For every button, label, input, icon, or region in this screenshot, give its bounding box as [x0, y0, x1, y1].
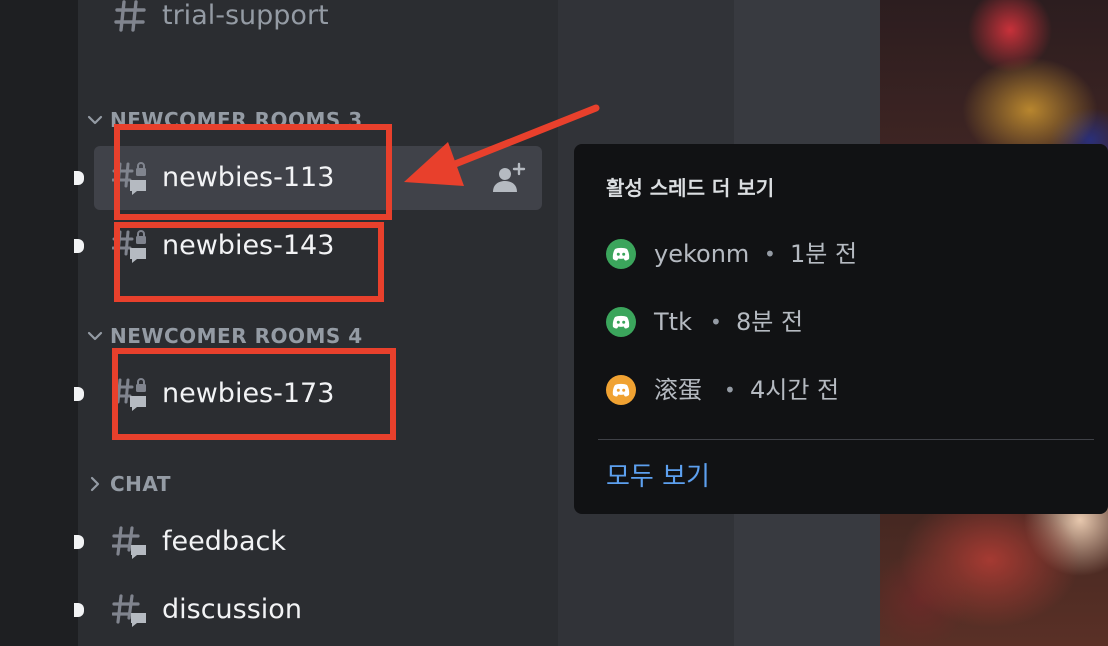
channel-discussion[interactable]: discussion	[94, 578, 542, 642]
thread-item[interactable]: Ttk • 8분 전	[606, 302, 1076, 342]
thread-timestamp: 1분 전	[790, 240, 858, 268]
channel-name: feedback	[162, 526, 287, 557]
unread-indicator	[74, 171, 84, 185]
category-label: NEWCOMER ROOMS 4	[110, 324, 363, 348]
discord-avatar-icon	[606, 375, 636, 405]
thread-username: yekonm	[654, 240, 750, 268]
channel-name: discussion	[162, 594, 302, 625]
separator-dot: •	[724, 378, 736, 402]
separator-dot: •	[764, 242, 776, 266]
chevron-right-icon	[86, 470, 104, 498]
unread-indicator	[74, 239, 84, 253]
chevron-down-icon	[86, 322, 104, 350]
channel-trial-support[interactable]: trial-support	[94, 0, 542, 64]
annotation-highlight-box	[112, 348, 396, 440]
thread-username: Ttk	[654, 308, 692, 336]
unread-indicator	[74, 603, 84, 617]
hash-icon	[114, 0, 146, 32]
server-rail	[0, 0, 78, 646]
chevron-down-icon	[86, 106, 104, 134]
discord-window: trial-support NEWCOMER ROOMS 3 newbies-1…	[0, 0, 1108, 646]
thread-timestamp: 8분 전	[736, 308, 804, 336]
annotation-highlight-box	[114, 222, 384, 302]
active-threads-popover: 활성 스레드 더 보기 yekonm • 1분 전 Ttk • 8분 전 滚蛋 …	[574, 144, 1108, 514]
annotation-arrow-icon	[404, 104, 600, 186]
popover-title: 활성 스레드 더 보기	[606, 176, 775, 200]
thread-username: 滚蛋	[654, 376, 702, 404]
annotation-highlight-box	[114, 124, 392, 220]
channel-feedback[interactable]: feedback	[94, 510, 542, 574]
hash-thread-icon	[112, 526, 146, 559]
hash-thread-icon	[112, 594, 146, 627]
unread-indicator	[74, 535, 84, 549]
thread-item[interactable]: yekonm • 1분 전	[606, 234, 1076, 274]
discord-avatar-icon	[606, 239, 636, 269]
category-label: CHAT	[110, 472, 171, 496]
divider	[598, 439, 1094, 440]
separator-dot: •	[710, 310, 722, 334]
unread-indicator	[74, 387, 84, 401]
category-chat[interactable]: CHAT	[86, 470, 171, 498]
channel-name: trial-support	[162, 0, 329, 31]
view-all-link[interactable]: 모두 보기	[606, 456, 710, 493]
category-newcomer-rooms-4[interactable]: NEWCOMER ROOMS 4	[86, 322, 363, 350]
thread-item[interactable]: 滚蛋 • 4시간 전	[606, 370, 1076, 410]
thread-timestamp: 4시간 전	[750, 376, 840, 404]
discord-avatar-icon	[606, 307, 636, 337]
